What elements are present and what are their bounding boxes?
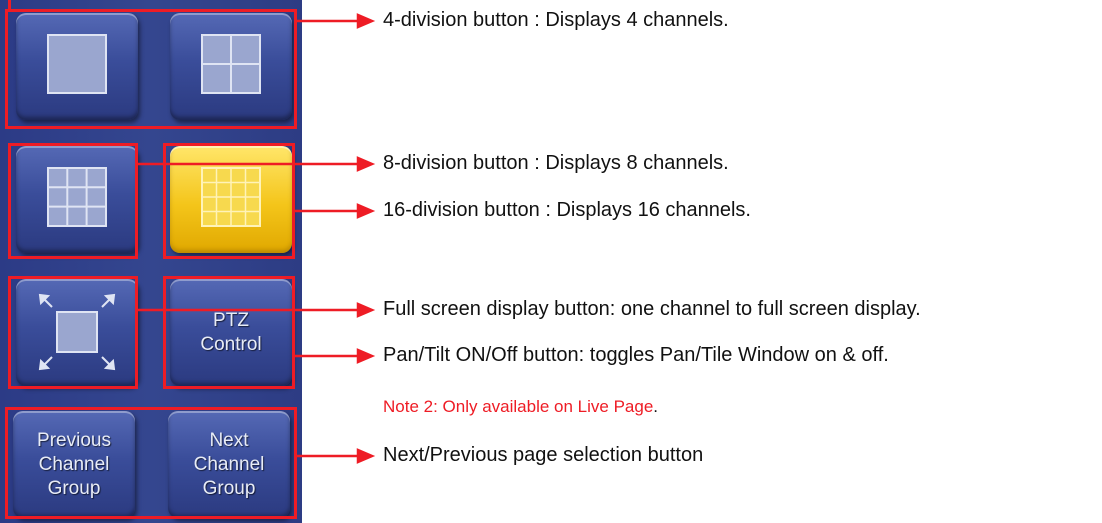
- arrow-head-sixteen-division: [356, 203, 376, 219]
- arrow-head-full-screen: [356, 302, 376, 318]
- arrow-head-eight-division: [356, 156, 376, 172]
- annotation-full-screen: Full screen display button: one channel …: [383, 298, 921, 320]
- annotation-note2: Note 2: Only available on Live Page.: [383, 397, 658, 417]
- note2-text: Note 2: Only available on Live Page: [383, 397, 654, 416]
- arrow-head-pan-tilt: [356, 348, 376, 364]
- annotation-four-division: 4-division button : Displays 4 channels.: [383, 9, 729, 31]
- annotation-page-select: Next/Previous page selection button: [383, 444, 704, 466]
- arrow-head-four-division: [356, 13, 376, 29]
- arrow-head-page-select: [356, 448, 376, 464]
- annotation-pan-tilt: Pan/Tilt ON/Off button: toggles Pan/Tile…: [383, 344, 889, 366]
- note2-period: .: [653, 397, 659, 416]
- annotation-sixteen-division: 16-division button : Displays 16 channel…: [383, 199, 751, 221]
- annotation-eight-division: 8-division button : Displays 8 channels.: [383, 152, 729, 174]
